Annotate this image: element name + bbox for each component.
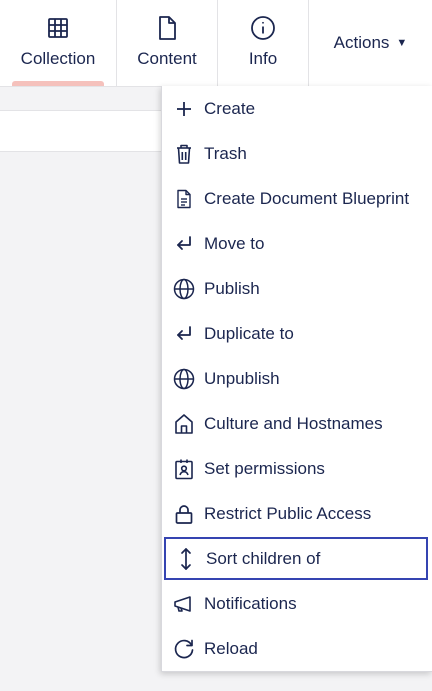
globe-icon [172, 367, 196, 391]
tab-info[interactable]: Info [218, 0, 309, 86]
menu-item-restrict-public-access[interactable]: Restrict Public Access [162, 492, 432, 535]
menu-item-label: Trash [204, 143, 247, 163]
grid-icon [44, 14, 72, 42]
document-icon [153, 14, 181, 42]
vertical-arrows-icon [174, 547, 198, 571]
lock-icon [172, 502, 196, 526]
tab-collection[interactable]: Collection [0, 0, 117, 86]
trash-icon [172, 142, 196, 166]
menu-item-duplicate-to[interactable]: Duplicate to [162, 312, 432, 355]
menu-item-move-to[interactable]: Move to [162, 222, 432, 265]
menu-item-label: Publish [204, 278, 260, 298]
menu-item-unpublish[interactable]: Unpublish [162, 357, 432, 400]
home-icon [172, 412, 196, 436]
menu-item-label: Culture and Hostnames [204, 413, 383, 433]
menu-item-culture-and-hostnames[interactable]: Culture and Hostnames [162, 402, 432, 445]
menu-item-publish[interactable]: Publish [162, 267, 432, 310]
workspace-header: Collection Content Info Actions ▼ [0, 0, 432, 87]
menu-item-label: Restrict Public Access [204, 503, 372, 523]
menu-item-label: Notifications [204, 593, 297, 613]
menu-item-label: Create Document Blueprint [204, 188, 410, 208]
actions-dropdown-button[interactable]: Actions ▼ [309, 0, 432, 86]
tab-content[interactable]: Content [117, 0, 218, 86]
move-arrow-icon [172, 232, 196, 256]
menu-item-label: Duplicate to [204, 323, 294, 343]
actions-label: Actions [333, 33, 390, 52]
menu-item-create-document-blueprint[interactable]: Create Document Blueprint [162, 177, 432, 220]
permissions-badge-icon [172, 457, 196, 481]
info-icon [249, 14, 277, 42]
menu-item-label: Unpublish [204, 368, 280, 388]
menu-item-create[interactable]: Create [162, 87, 432, 130]
megaphone-icon [172, 592, 196, 616]
menu-item-trash[interactable]: Trash [162, 132, 432, 175]
menu-item-label: Move to [204, 233, 265, 253]
reload-icon [172, 637, 196, 661]
globe-icon [172, 277, 196, 301]
blueprint-icon [172, 187, 196, 211]
menu-item-notifications[interactable]: Notifications [162, 582, 432, 625]
plus-icon [172, 97, 196, 121]
tab-label: Collection [20, 49, 96, 68]
menu-item-sort-children-of[interactable]: Sort children of [164, 537, 428, 580]
menu-item-label: Set permissions [204, 458, 325, 478]
menu-item-label: Reload [204, 638, 258, 658]
menu-item-set-permissions[interactable]: Set permissions [162, 447, 432, 490]
duplicate-arrow-icon [172, 322, 196, 346]
caret-down-icon: ▼ [396, 37, 408, 49]
menu-item-reload[interactable]: Reload [162, 627, 432, 670]
tab-label: Content [137, 49, 197, 68]
actions-menu: Create Trash Create Document Blueprint M… [161, 86, 432, 672]
tab-label: Info [248, 49, 278, 68]
menu-item-label: Sort children of [206, 548, 321, 568]
menu-item-label: Create [204, 98, 256, 118]
active-tab-indicator [12, 81, 104, 86]
